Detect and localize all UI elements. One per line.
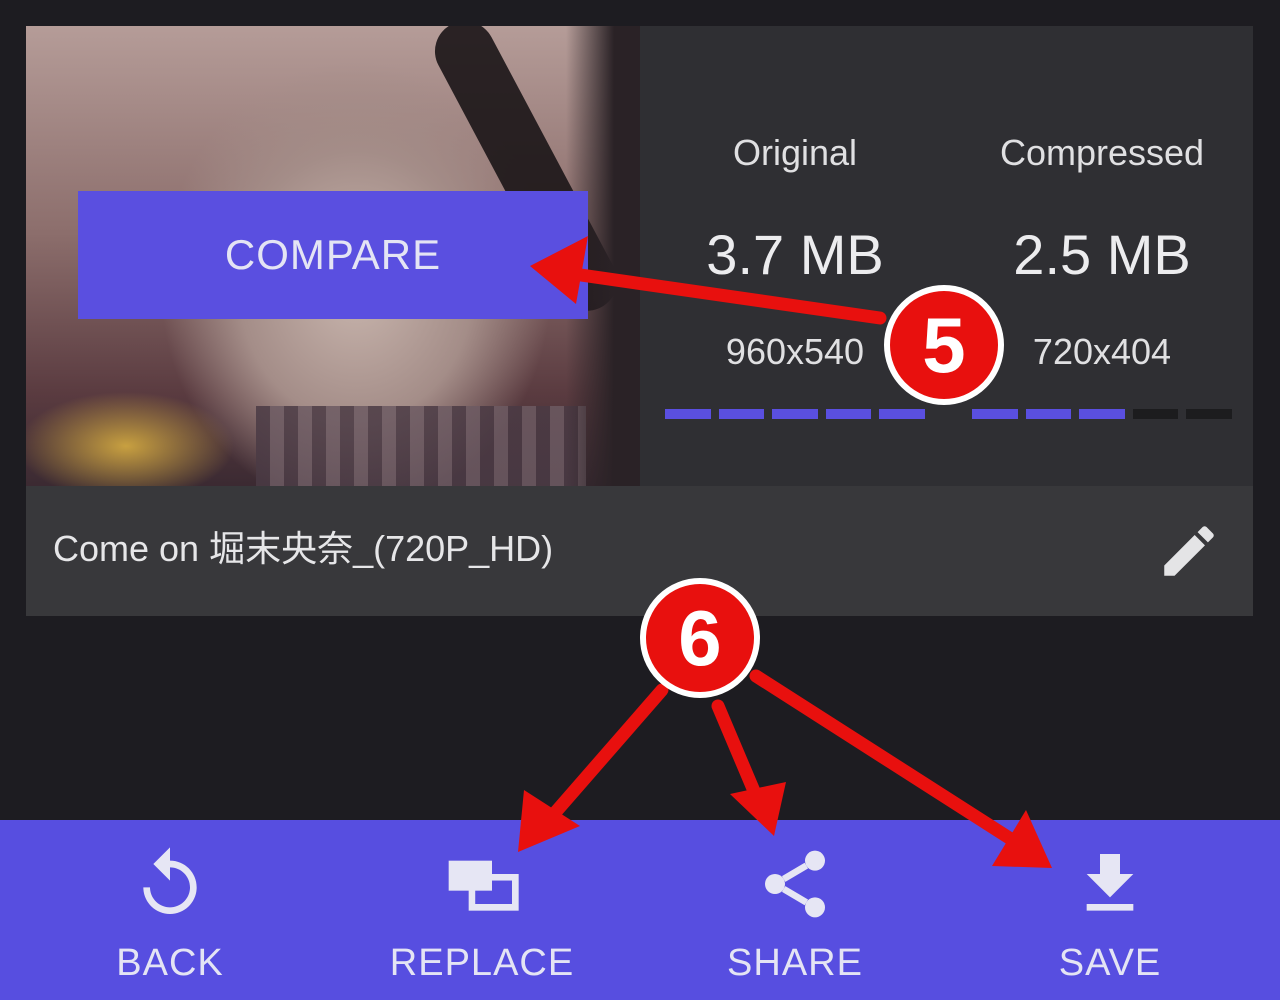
back-label: BACK [116,942,224,984]
size-stats-panel: Original 3.7 MB 960x540 Compressed 2.5 M… [640,26,1253,486]
bar-segment [1079,409,1125,419]
file-name: Come on 堀末央奈_(720P_HD) [53,528,554,569]
original-size-bar [665,409,925,419]
pencil-icon[interactable] [1156,518,1222,584]
bar-segment [825,409,872,419]
compressed-label: Compressed [999,132,1205,173]
compressed-resolution: 720x404 [1032,331,1172,372]
step-badge-6: 6 [640,578,760,698]
bar-segment [1186,409,1232,419]
bar-segment [1025,409,1072,419]
save-label: SAVE [1058,942,1162,984]
original-label: Original [732,132,858,173]
compressed-size: 2.5 MB [1013,223,1191,286]
bar-segment [1132,409,1179,419]
thumbnail-skirt [256,406,586,486]
step-badge-5: 5 [884,285,1004,405]
share-button[interactable]: SHARE [675,820,915,1000]
file-name-row: Come on 堀末央奈_(720P_HD) [26,486,1253,616]
bar-segment [879,409,925,419]
share-icon [765,850,825,918]
action-bar: BACK REPLACE SHARE SAVE [0,820,1280,1000]
download-icon [1086,854,1134,911]
bar-segment [772,409,818,419]
video-card: COMPARE Original 3.7 MB 960x540 Compress… [26,26,1253,616]
bar-segment [718,409,765,419]
replace-button[interactable]: REPLACE [362,820,602,1000]
compare-button[interactable]: COMPARE [78,191,588,319]
undo-icon [143,847,197,914]
replace-icon [448,860,519,911]
compressed-size-bar [972,409,1232,419]
arrow-to-share [711,699,769,817]
bar-segment [665,409,711,419]
video-thumbnail[interactable]: COMPARE [26,26,640,486]
replace-label: REPLACE [389,942,575,984]
share-label: SHARE [727,942,863,984]
arrow-to-replace [533,683,669,837]
original-size: 3.7 MB [706,223,884,286]
bar-segment [972,409,1018,419]
save-button[interactable]: SAVE [990,820,1230,1000]
back-button[interactable]: BACK [50,820,290,1000]
